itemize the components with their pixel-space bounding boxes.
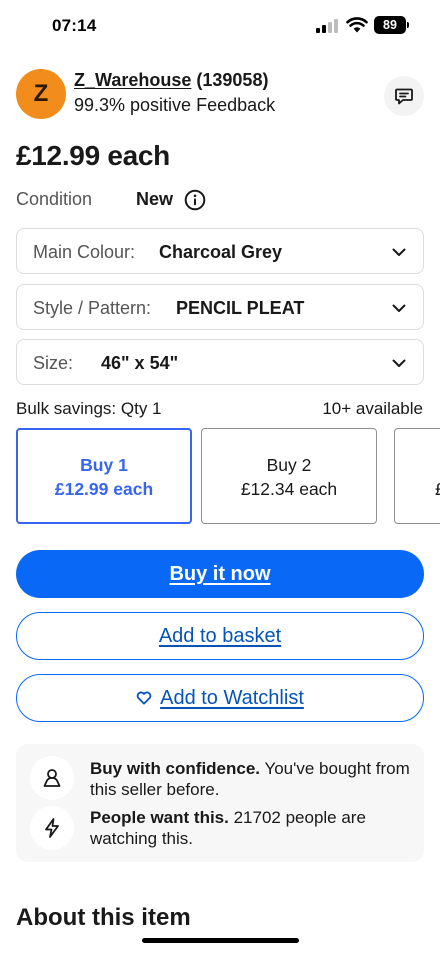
status-time: 07:14 [52,16,97,35]
seller-avatar[interactable]: Z [16,69,66,119]
watchlist-label: Add to Watchlist [160,687,304,709]
buy-it-now-button[interactable]: Buy it now [16,550,424,598]
bulk-tier-buy-1[interactable]: Buy 1 £12.99 each [16,428,192,524]
chevron-down-icon [392,359,406,367]
tier-quantity: Buy 2 [266,455,312,475]
condition-value: New [136,189,174,209]
battery-tip [407,22,409,28]
chat-icon [395,88,413,105]
select-value: 46" x 54" [101,353,179,373]
seller-feedback: 99.3% positive Feedback [74,95,276,115]
heart-icon [136,691,152,705]
wifi-icon [346,17,368,33]
select-value: PENCIL PLEAT [176,298,305,318]
info-icon[interactable] [184,189,206,211]
seller-name-line: Z_Warehouse (139058) [74,70,268,91]
tier-price: £12.99 each [54,479,154,499]
select-value: Charcoal Grey [159,242,283,262]
message-seller-button[interactable] [384,76,424,116]
person-icon [30,756,74,800]
add-to-basket-button[interactable]: Add to basket [16,612,424,660]
confidence-panel: Buy with confidence. You've bought from … [16,744,424,862]
bulk-tier-buy-3[interactable]: £ [394,428,440,524]
seller-feedback-count: (139058) [196,70,269,90]
quantity-available: 10+ available [322,399,423,418]
about-this-item-heading: About this item [16,904,191,931]
status-bar: 07:14 89 [0,0,440,52]
condition-label: Condition [16,189,93,209]
tier-price: £12.34 each [240,479,338,499]
confidence-bold: People want this. [90,808,229,827]
tier-price: £ [395,479,440,500]
lightning-icon [30,806,74,850]
select-label: Style / Pattern: [33,298,152,318]
select-main-colour[interactable]: Main Colour: Charcoal Grey [16,228,424,274]
item-price: £12.99 each [16,140,170,171]
chevron-down-icon [392,248,406,256]
confidence-message-seller: Buy with confidence. You've bought from … [90,758,410,800]
signal-icon [316,19,342,33]
home-indicator [142,938,299,943]
battery-indicator: 89 [374,16,406,34]
confidence-message-watchers: People want this. 21702 people are watch… [90,807,410,849]
select-label: Main Colour: [33,242,136,262]
add-to-watchlist-button[interactable]: Add to Watchlist [16,674,424,722]
select-label: Size: [33,353,74,373]
confidence-bold: Buy with confidence. [90,759,261,778]
bulk-savings-label: Bulk savings: Qty 1 [16,399,162,418]
select-style-pattern[interactable]: Style / Pattern: PENCIL PLEAT [16,284,424,330]
tier-quantity: Buy 1 [80,455,128,475]
bulk-tier-buy-2[interactable]: Buy 2 £12.34 each [201,428,377,524]
chevron-down-icon [392,304,406,312]
select-size[interactable]: Size: 46" x 54" [16,339,424,385]
seller-name-link[interactable]: Z_Warehouse [74,70,191,90]
